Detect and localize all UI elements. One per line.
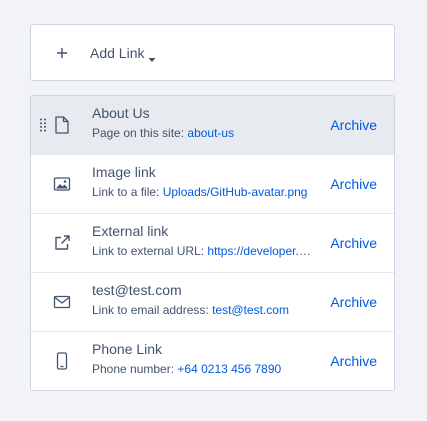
- links-list: About Us Page on this site: about-us Arc…: [30, 95, 395, 391]
- link-description-value: about-us: [187, 126, 235, 140]
- link-row[interactable]: About Us Page on this site: about-us Arc…: [31, 96, 394, 155]
- link-row[interactable]: test@test.com Link to email address: tes…: [31, 273, 394, 332]
- drag-handle-icon[interactable]: [40, 118, 46, 132]
- link-description: Page on this site: about-us: [92, 126, 314, 140]
- link-title: About Us: [92, 105, 150, 121]
- link-row[interactable]: Phone Link Phone number: +64 0213 456 78…: [31, 332, 394, 390]
- external-link-icon: [52, 233, 72, 253]
- link-description-label: Phone number:: [92, 362, 175, 376]
- link-description: Link to email address: test@test.com: [92, 303, 314, 317]
- link-title: test@test.com: [92, 282, 182, 298]
- page-icon: [52, 115, 72, 135]
- add-link-button[interactable]: Add Link: [55, 42, 156, 64]
- caret-down-icon: [148, 50, 156, 62]
- link-description-label: Link to email address:: [92, 303, 209, 317]
- archive-button[interactable]: Archive: [330, 353, 377, 369]
- archive-button[interactable]: Archive: [330, 294, 377, 310]
- link-description-value: +64 0213 456 7890: [177, 362, 282, 376]
- add-link-panel: Add Link: [30, 24, 395, 81]
- link-description-label: Page on this site:: [92, 126, 185, 140]
- link-description: Link to external URL: https://developer.…: [92, 244, 314, 258]
- link-description: Phone number: +64 0213 456 7890: [92, 362, 314, 376]
- link-row[interactable]: External link Link to external URL: http…: [31, 214, 394, 273]
- link-description-label: Link to external URL:: [92, 244, 205, 258]
- link-row[interactable]: Image link Link to a file: Uploads/GitHu…: [31, 155, 394, 214]
- link-description-label: Link to a file:: [92, 185, 160, 199]
- archive-button[interactable]: Archive: [330, 117, 377, 133]
- email-icon: [52, 292, 72, 312]
- archive-button[interactable]: Archive: [330, 176, 377, 192]
- archive-button[interactable]: Archive: [330, 235, 377, 251]
- link-description-value: test@test.com: [212, 303, 289, 317]
- image-icon: [52, 174, 72, 194]
- link-description-value: https://developer.example: [207, 244, 314, 258]
- link-description: Link to a file: Uploads/GitHub-avatar.pn…: [92, 185, 314, 199]
- link-title: Image link: [92, 164, 156, 180]
- link-description-value: Uploads/GitHub-avatar.png: [162, 185, 308, 199]
- phone-icon: [52, 351, 72, 371]
- add-link-label: Add Link: [90, 45, 145, 61]
- link-title: Phone Link: [92, 341, 163, 357]
- link-title: External link: [92, 223, 169, 239]
- plus-icon: [55, 46, 69, 60]
